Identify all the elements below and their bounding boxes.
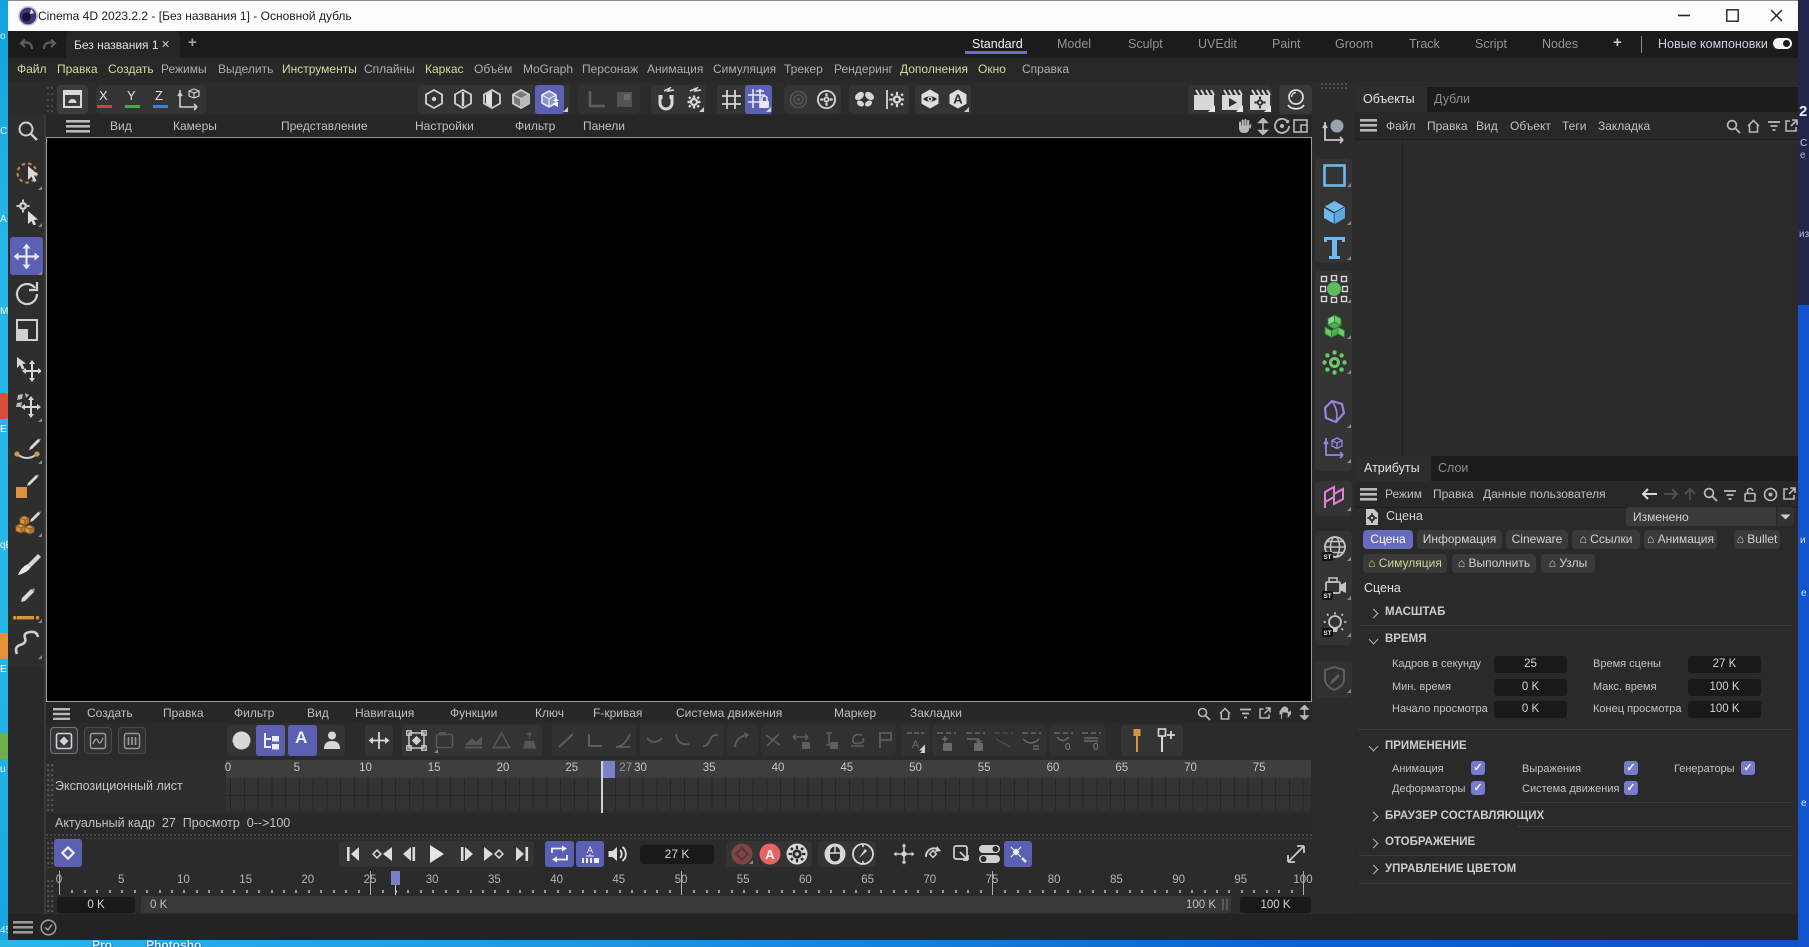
svg-text:ST: ST [1323, 554, 1331, 561]
svg-text:0: 0 [1065, 742, 1071, 752]
svg-text:A: A [953, 92, 963, 107]
svg-text:ST: ST [1323, 593, 1331, 600]
svg-text:ST: ST [1323, 630, 1331, 637]
svg-text:0: 0 [1093, 742, 1099, 752]
svg-text:A: A [765, 847, 775, 862]
svg-text:A: A [912, 739, 920, 751]
svg-text:A: A [587, 845, 593, 855]
